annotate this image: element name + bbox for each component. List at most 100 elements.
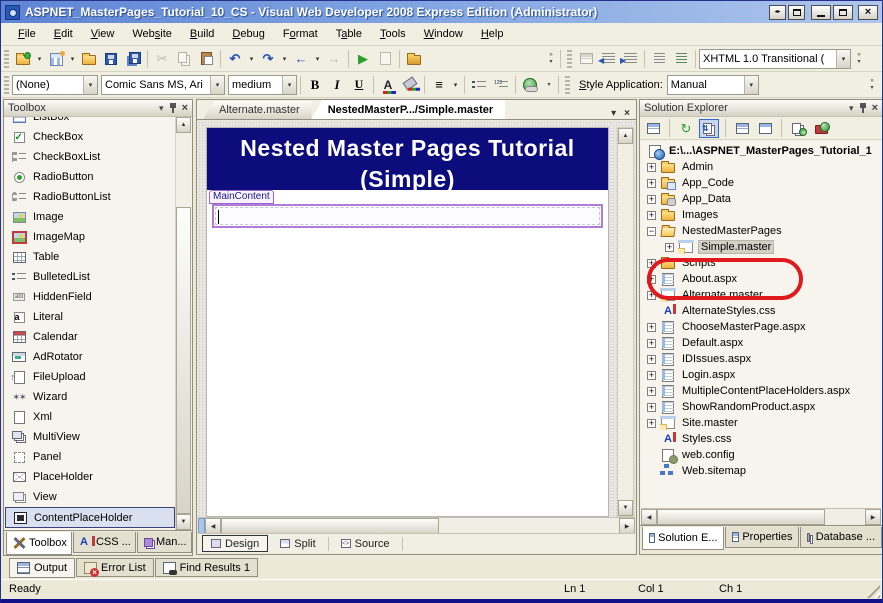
scroll-up-icon[interactable]: ▲	[618, 128, 633, 144]
minimize-button[interactable]	[811, 5, 831, 20]
scrollbar-thumb[interactable]	[221, 518, 439, 534]
scroll-down-icon[interactable]: ▼	[618, 500, 633, 516]
bulleted-list-button[interactable]	[468, 74, 490, 96]
tab-properties[interactable]: Properties	[725, 527, 799, 548]
tree-item-app-data[interactable]: App_Data	[641, 191, 881, 207]
comment-button[interactable]	[648, 48, 670, 70]
redo-dropdown[interactable]: ▾	[279, 48, 290, 70]
tab-database-explorer[interactable]: Database ...	[800, 527, 882, 548]
expand-icon[interactable]	[647, 211, 656, 220]
scrollbar-thumb[interactable]	[176, 207, 191, 514]
menu-edit[interactable]: Edit	[45, 25, 82, 43]
expand-icon[interactable]	[665, 243, 674, 252]
toolbox-item-listbox[interactable]: ListBox	[5, 117, 175, 127]
navigate-forward-button[interactable]: →	[323, 48, 345, 70]
toolbox-item-multiview[interactable]: MultiView	[5, 427, 175, 447]
increase-indent-button[interactable]: ▶	[619, 48, 641, 70]
style-application-dropdown[interactable]: Manual▾	[667, 75, 759, 95]
tree-item-nestedmasterpages[interactable]: NestedMasterPages	[641, 223, 881, 239]
redo-button[interactable]: ↷	[257, 48, 279, 70]
toolbox-item-checkbox[interactable]: ✓CheckBox	[5, 127, 175, 147]
toolbar-grip[interactable]	[4, 76, 9, 94]
expand-icon[interactable]	[647, 179, 656, 188]
toolbar-grip[interactable]	[4, 50, 9, 68]
hyperlink-button[interactable]	[519, 74, 541, 96]
add-new-item-dropdown[interactable]: ▾	[67, 48, 78, 70]
tree-item-site-master[interactable]: Site.master	[641, 415, 881, 431]
paste-button[interactable]	[195, 48, 217, 70]
preview-in-browser-button[interactable]	[374, 48, 396, 70]
expand-icon[interactable]	[647, 163, 656, 172]
design-view-button[interactable]: Design	[202, 535, 268, 552]
copy-website-button[interactable]	[788, 119, 808, 138]
uncomment-button[interactable]	[670, 48, 692, 70]
contentplaceholder-label[interactable]: MainContent	[209, 190, 274, 204]
scrollbar-thumb[interactable]	[657, 509, 825, 525]
close-document-icon[interactable]: ×	[624, 108, 630, 119]
close-icon[interactable]: ×	[182, 102, 188, 114]
tab-find-results[interactable]: Find Results 1	[155, 558, 258, 577]
toolbox-item-radiobutton[interactable]: RadioButton	[5, 167, 175, 187]
menu-help[interactable]: Help	[472, 25, 513, 43]
underline-button[interactable]: U	[348, 74, 370, 96]
cut-button[interactable]: ✂	[151, 48, 173, 70]
menu-table[interactable]: Table	[327, 25, 371, 43]
toolbox-item-contentplaceholder[interactable]: ContentPlaceHolder	[5, 507, 175, 528]
tree-item-scripts[interactable]: Scripts	[641, 255, 881, 271]
toolbox-item-calendar[interactable]: Calendar	[5, 327, 175, 347]
tree-item-login-aspx[interactable]: Login.aspx	[641, 367, 881, 383]
menu-website[interactable]: Website	[123, 25, 181, 43]
start-debugging-button[interactable]: ▶	[352, 48, 374, 70]
toolbar-overflow-button[interactable]: »▾	[853, 52, 865, 65]
italic-button[interactable]: I	[326, 74, 348, 96]
target-rule-dropdown[interactable]: (None)▾	[12, 75, 98, 95]
contentplaceholder-region[interactable]	[212, 204, 603, 228]
tree-item-alternatestyles-css[interactable]: AAlternateStyles.css	[641, 303, 881, 319]
menu-debug[interactable]: Debug	[223, 25, 273, 43]
alignment-dropdown[interactable]: ▾	[450, 74, 461, 96]
tree-item-simple-master[interactable]: Simple.master	[641, 239, 881, 255]
tab-css-properties[interactable]: ACSS ...	[73, 532, 136, 553]
toolbar-grip[interactable]	[565, 76, 570, 94]
properties-window-button[interactable]	[575, 48, 597, 70]
highlight-color-button[interactable]	[399, 74, 421, 96]
expand-icon[interactable]	[647, 195, 656, 204]
toolbox-item-view[interactable]: View	[5, 487, 175, 507]
properties-button[interactable]	[643, 119, 663, 138]
copy-button[interactable]	[173, 48, 195, 70]
resize-grip[interactable]	[867, 585, 880, 598]
toolbox-item-hiddenfield[interactable]: ablHiddenField	[5, 287, 175, 307]
scroll-down-icon[interactable]: ▼	[176, 514, 191, 530]
expand-icon[interactable]	[647, 275, 656, 284]
numbered-list-button[interactable]	[490, 74, 512, 96]
toolbox-item-table[interactable]: Table	[5, 247, 175, 267]
split-view-button[interactable]: Split	[272, 535, 323, 552]
find-in-files-button[interactable]	[403, 48, 425, 70]
tab-toolbox[interactable]: Toolbox	[6, 532, 72, 555]
scroll-up-icon[interactable]: ▲	[176, 117, 191, 133]
toolbox-item-panel[interactable]: Panel	[5, 447, 175, 467]
expand-icon[interactable]	[647, 339, 656, 348]
close-button[interactable]: ×	[858, 5, 878, 20]
tree-item-about-aspx[interactable]: About.aspx	[641, 271, 881, 287]
splitter-grip[interactable]	[198, 518, 205, 534]
design-vertical-scrollbar[interactable]: ▲ ▼	[617, 127, 634, 517]
refresh-button[interactable]: ↻	[676, 119, 696, 138]
design-canvas[interactable]: Nested Master Pages Tutorial (Simple) Ma…	[198, 121, 635, 517]
toolbox-item-wizard[interactable]: ✶✶Wizard	[5, 387, 175, 407]
expand-icon[interactable]	[647, 387, 656, 396]
toolbox-item-bulletedlist[interactable]: BulletedList	[5, 267, 175, 287]
save-all-button[interactable]	[122, 48, 144, 70]
tree-item-app-code[interactable]: App_Code	[641, 175, 881, 191]
add-new-item-button[interactable]	[45, 48, 67, 70]
navigate-backward-button[interactable]: ←	[290, 48, 312, 70]
tree-item-images[interactable]: Images	[641, 207, 881, 223]
expand-icon[interactable]	[647, 323, 656, 332]
collapse-icon[interactable]	[647, 227, 656, 236]
solution-horizontal-scrollbar[interactable]: ◀ ▶	[641, 508, 881, 525]
expand-icon[interactable]	[647, 291, 656, 300]
font-size-dropdown[interactable]: medium▾	[228, 75, 297, 95]
undo-dropdown[interactable]: ▾	[246, 48, 257, 70]
toolbox-item-checkboxlist[interactable]: CheckBoxList	[5, 147, 175, 167]
font-name-dropdown[interactable]: Comic Sans MS, Ari▾	[101, 75, 225, 95]
